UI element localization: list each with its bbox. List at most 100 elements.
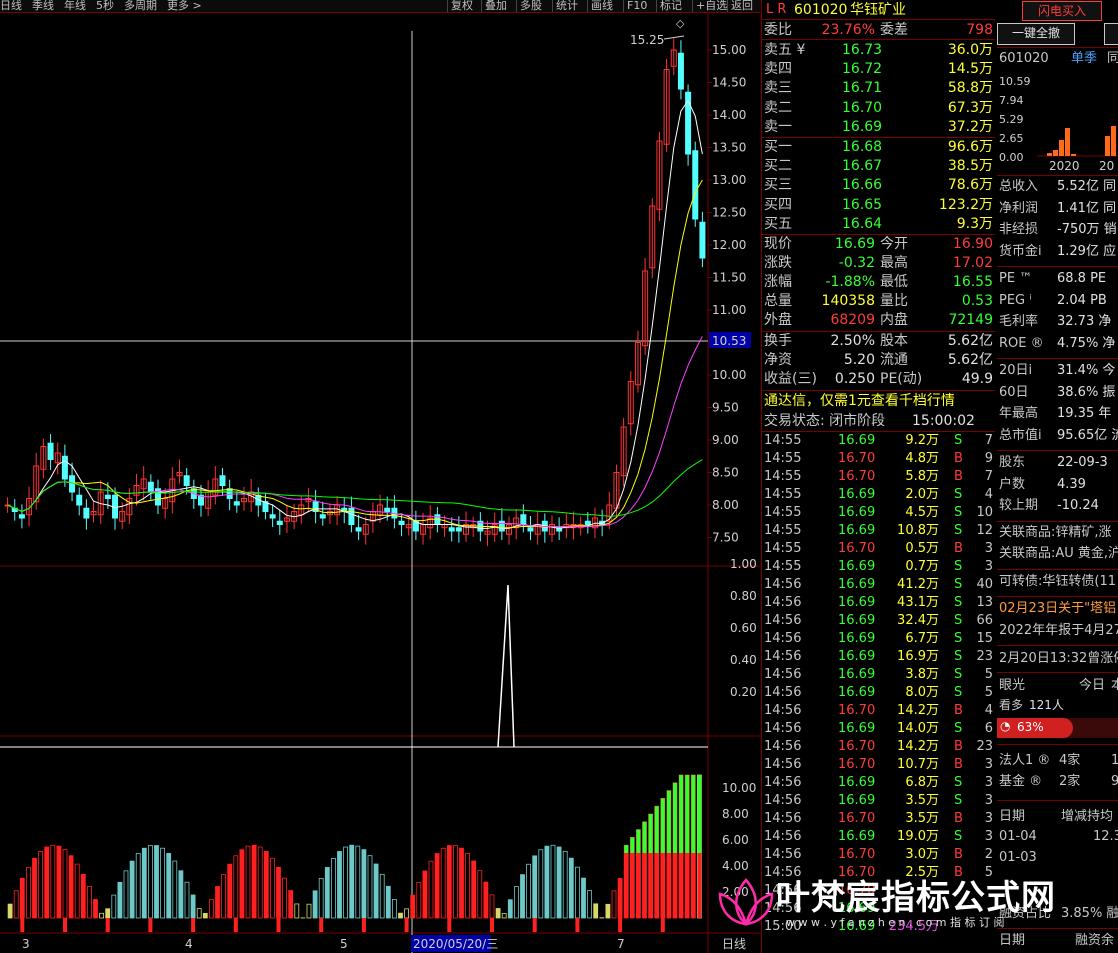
tick-price: 16.69 [838,721,876,736]
holding-change-head: 增减持均 [1061,809,1114,824]
convertible-bond[interactable]: 可转债:华钰转债(11 [999,573,1118,591]
holding-row-0: 01-04 12.3 [999,828,1118,846]
related-goods-2[interactable]: 关联商品:AU 黄金,沪 [999,545,1118,563]
fin-bar [1105,136,1110,156]
stock-title: L R 601020 华钰矿业 [762,1,995,19]
toolbar-button-4[interactable]: 画线 [587,0,616,12]
news-3-text[interactable]: 2月20日13:32曾涨停 [999,650,1118,668]
sell-level-3[interactable]: 卖三 16.71 58.8万 [762,79,995,97]
toolbar-button-0[interactable]: 复权 [447,0,476,12]
candle-body [448,527,455,532]
stat2-row-2-c2: 0.250 [834,371,875,387]
candle-body [183,475,190,486]
tick-time: 14:55 [764,433,802,448]
news-1-text[interactable]: 02月23日关于"塔铝 [999,600,1116,618]
weicha-label: 委差 [880,22,908,38]
fin-axis-label: 0.00 [999,151,1024,164]
vol-bar [337,851,342,919]
vol-bar-neg [63,918,67,932]
rows2-row-0: PE ™ 68.8 PE [999,270,1118,288]
tick-price: 16.70 [838,883,876,898]
toolbar-button-5[interactable]: F10 [623,0,650,12]
vol-bar [520,874,525,919]
related-goods-1-text[interactable]: 关联商品:锌精矿,涨 [999,524,1112,542]
news-2-text[interactable]: 2022年年报于4月27 [999,622,1118,640]
period-tab-1[interactable]: 季线 [32,0,54,11]
yoy-tab[interactable]: 同 [1107,50,1118,68]
vol-bar [166,853,172,919]
fin-axis-label: 2.65 [999,132,1024,145]
sell-level-1[interactable]: 卖一 16.69 37.2万 [762,118,995,136]
vol-bar [452,845,458,919]
sell-level-4[interactable]: 卖四 16.72 14.5万 [762,60,995,78]
stat-row-3-c1: 总量 [764,293,792,309]
inst-key: 法人1 ® [999,753,1051,768]
vol-bar-neg [660,918,665,932]
related-goods-2-text[interactable]: 关联商品:AU 黄金,沪 [999,545,1118,563]
news-item-2[interactable]: 2022年年报于4月27 [999,622,1118,640]
vol-bar [440,847,446,919]
cancel-all-button[interactable]: 一键全撤 [997,23,1075,45]
toolbar-button-3[interactable]: 统计 [552,0,581,12]
vol-bar-red [685,853,690,918]
season-tab[interactable]: 单季 [1071,50,1097,68]
tick-row: 14:55 16.70 0.5万 B 3 [762,540,995,558]
tick-time: 14:56 [764,793,802,808]
vol-bar [282,877,288,919]
tick-time: 14:56 [764,829,802,844]
related-goods-1[interactable]: 关联商品:锌精矿,涨 [999,524,1118,542]
toolbar-button-2[interactable]: 多股 [516,0,545,12]
tick-count: 3 [984,811,993,826]
period-tab-0[interactable]: 日线 [0,0,22,11]
vol-bar [306,903,312,919]
extra-button[interactable] [1104,23,1118,45]
flash-buy-button[interactable]: 闪电买入 [1022,1,1102,21]
stat2-row-0-c4: 5.62亿 [947,333,993,349]
candle-body [276,520,283,525]
stat-row-4-c2: 68209 [830,312,875,328]
rows2-row-3: ROE ® 4.75% 净 [999,335,1118,353]
promo-text[interactable]: 通达信，仅需1元查看千档行情 [764,392,955,410]
promo-banner[interactable]: 通达信，仅需1元查看千档行情 [762,392,995,410]
sell-level-2[interactable]: 卖二 16.70 67.3万 [762,99,995,117]
buy-vol: 96.6万 [947,139,993,155]
vol-bar-green [630,837,635,853]
stock-info-panel: 闪电买入 一键全撤 601020 单季 同 10.59 7.94 5.29 2.65 0… [997,0,1118,953]
vol-bar [117,881,123,919]
stat-row-1-c4: 17.02 [952,255,993,271]
buy-level-2[interactable]: 买二 16.67 38.5万 [762,157,995,175]
period-tab-2[interactable]: 年线 [64,0,86,11]
period-tab-3[interactable]: 5秒 [96,0,114,11]
sell-price: 16.73 [842,42,883,58]
vol-bar [172,860,178,919]
mid-axis-label: 0.80 [730,589,757,603]
vol-bar-neg [532,918,537,932]
news-item-3[interactable]: 2月20日13:32曾涨停 [999,650,1118,668]
buy-level-5[interactable]: 买五 16.64 9.3万 [762,215,995,233]
vol-bar-neg [404,918,409,932]
toolbar-button-7[interactable]: +自选 [692,0,730,12]
period-tab-4[interactable]: 多周期 [124,0,157,11]
tick-count: 15 [976,631,993,646]
tick-volume: 16.9万 [897,649,939,664]
vol-bar [25,866,31,919]
toolbar-button-1[interactable]: 叠加 [481,0,510,12]
buy-level-3[interactable]: 买三 16.66 78.6万 [762,176,995,194]
tick-flag: S [954,721,963,736]
rows2-key: PEG ⁱ [999,292,1032,308]
news-item-1[interactable]: 02月23日关于"塔铝 [999,600,1118,618]
buy-level-1[interactable]: 买一 16.68 96.6万 [762,138,995,156]
period-tab-5[interactable]: 更多 > [167,0,202,11]
buy-level-4[interactable]: 买四 16.65 123.2万 [762,196,995,214]
toolbar-button-6[interactable]: 标记 [656,0,685,12]
convertible-bond-text[interactable]: 可转债:华钰转债(11 [999,573,1116,591]
buy-price: 16.66 [842,177,883,194]
price-axis-label: 11.00 [712,303,746,317]
chart-toolbar: 日线 季线 年线 5秒 多周期 更多 > 复权 叠加 多股 统计 画线 F10 标记 +自选 返回 [0,0,760,13]
kline-chart[interactable]: 15.00 14.50 14.00 13.50 13.00 12.50 12.00 11.50… [0,13,760,953]
holding-date: 01-04 [999,829,1037,844]
stat2-row-1-c4: 5.62亿 [947,352,993,368]
rows1-key: 净利润 [999,200,1039,216]
sell-level-5[interactable]: 卖五 ¥ 16.73 36.0万 [762,41,995,59]
toolbar-button-8[interactable]: 返回 [727,0,756,12]
